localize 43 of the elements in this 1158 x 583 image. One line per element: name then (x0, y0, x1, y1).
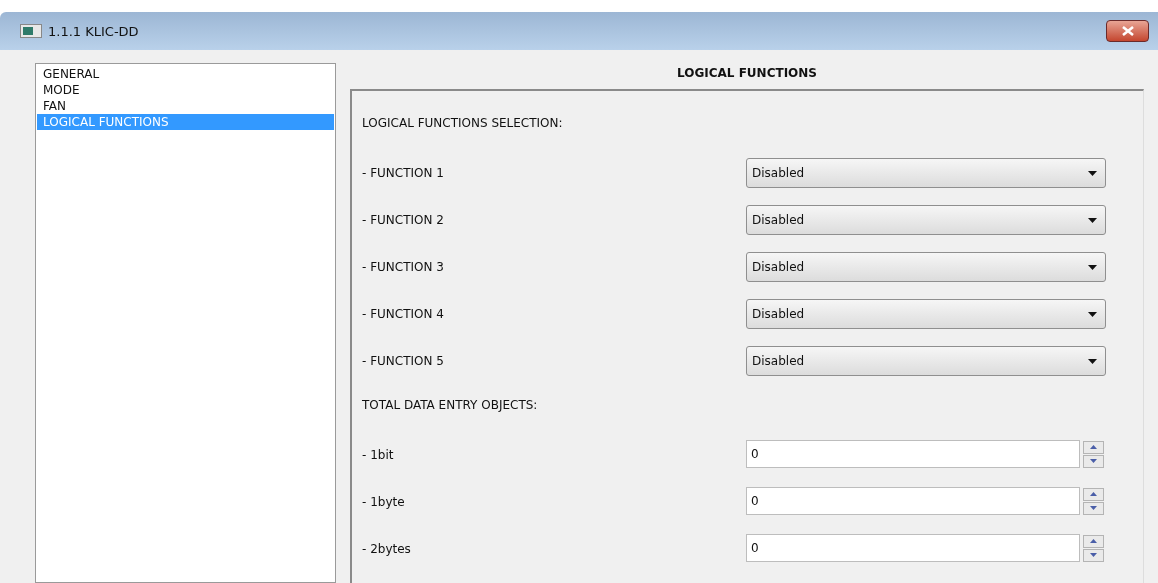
field-label: - FUNCTION 4 (362, 306, 445, 323)
caret-icon (1088, 311, 1097, 317)
field-label: - FUNCTION 2 (362, 212, 445, 229)
caret-icon (1088, 264, 1097, 270)
dropdown[interactable]: Disabled (746, 252, 1106, 282)
number-field[interactable]: 0 (746, 440, 1080, 468)
caret-icon (1088, 170, 1097, 176)
dropdown[interactable]: Disabled (746, 205, 1106, 235)
number-field[interactable]: 0 (746, 487, 1080, 515)
dropdown[interactable]: Disabled (746, 346, 1106, 376)
close-icon (1120, 26, 1135, 36)
field-label: - 1byte (362, 494, 406, 511)
close-button[interactable] (1106, 20, 1149, 42)
section-heading: LOGICAL FUNCTIONS SELECTION: (362, 115, 564, 132)
spin-down-button[interactable] (1083, 501, 1104, 515)
spin-up-button[interactable] (1083, 534, 1104, 548)
dropdown[interactable]: Disabled (746, 158, 1106, 188)
field-label: - 1bit (362, 447, 395, 464)
down-arrow-icon (1090, 553, 1097, 557)
app-icon (20, 24, 42, 38)
field-label: - FUNCTION 1 (362, 165, 445, 182)
spin-up-button[interactable] (1083, 440, 1104, 454)
spin-down-button[interactable] (1083, 548, 1104, 562)
sidebar-item[interactable]: GENERAL (37, 66, 334, 82)
caret-icon (1088, 358, 1097, 364)
window-title: 1.1.1 KLIC-DD (48, 23, 140, 39)
number-field[interactable]: 0 (746, 534, 1080, 562)
panel-title: LOGICAL FUNCTIONS (676, 65, 818, 82)
field-label: - FUNCTION 5 (362, 353, 445, 370)
section-heading: TOTAL DATA ENTRY OBJECTS: (362, 397, 539, 414)
field-label: - FUNCTION 3 (362, 259, 445, 276)
down-arrow-icon (1090, 459, 1097, 463)
up-arrow-icon (1090, 492, 1097, 496)
spin-up-button[interactable] (1083, 487, 1104, 501)
down-arrow-icon (1090, 506, 1097, 510)
field-label: - 2bytes (362, 541, 412, 558)
up-arrow-icon (1090, 445, 1097, 449)
sidebar-item[interactable]: FAN (37, 98, 334, 114)
dropdown[interactable]: Disabled (746, 299, 1106, 329)
caret-icon (1088, 217, 1097, 223)
up-arrow-icon (1090, 539, 1097, 543)
spin-down-button[interactable] (1083, 454, 1104, 468)
sidebar-item[interactable]: MODE (37, 82, 334, 98)
